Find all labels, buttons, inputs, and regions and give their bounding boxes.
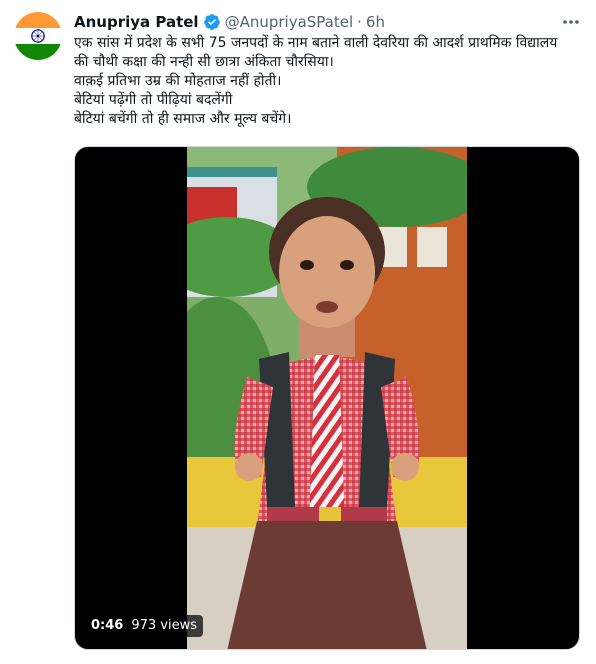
tweet-timestamp[interactable]: 6h [366, 12, 385, 32]
tweet-text-line: बेटियां बचेंगी तो ही समाज और मूल्य बचेंग… [74, 111, 292, 127]
author-handle[interactable]: @AnupriyaSPatel [225, 12, 354, 32]
video-views: 973 views [131, 618, 197, 633]
tweet[interactable]: Anupriya Patel @AnupriyaSPatel · 6h एक स… [0, 0, 596, 664]
header-separator: · [357, 13, 362, 31]
tweet-text-line: की चौथी कक्षा की नन्ही सी छात्रा अंकिता … [74, 54, 334, 70]
verified-badge-icon [203, 13, 221, 31]
video-player[interactable]: 0:46 973 views [74, 146, 580, 650]
avatar[interactable] [14, 12, 62, 60]
tweet-text-line: वाक़ई प्रतिभा उम्र की मोहताज नहीं होती। [74, 73, 282, 89]
tweet-header: Anupriya Patel @AnupriyaSPatel · 6h [74, 12, 556, 32]
video-duration: 0:46 [91, 618, 124, 633]
video-thumbnail [187, 147, 467, 649]
author-name[interactable]: Anupriya Patel [74, 12, 199, 32]
more-options-icon[interactable] [560, 12, 582, 32]
india-flag-icon [14, 12, 62, 60]
video-stats: 0:46 973 views [85, 615, 203, 637]
tweet-text-line: एक सांस में प्रदेश के सभी 75 जनपदों के न… [74, 35, 558, 51]
tweet-text-line: बेटियां पढ़ेंगी तो पीढ़ियां बदलेंगी [74, 92, 233, 108]
tweet-text: एक सांस में प्रदेश के सभी 75 जनपदों के न… [74, 34, 582, 129]
